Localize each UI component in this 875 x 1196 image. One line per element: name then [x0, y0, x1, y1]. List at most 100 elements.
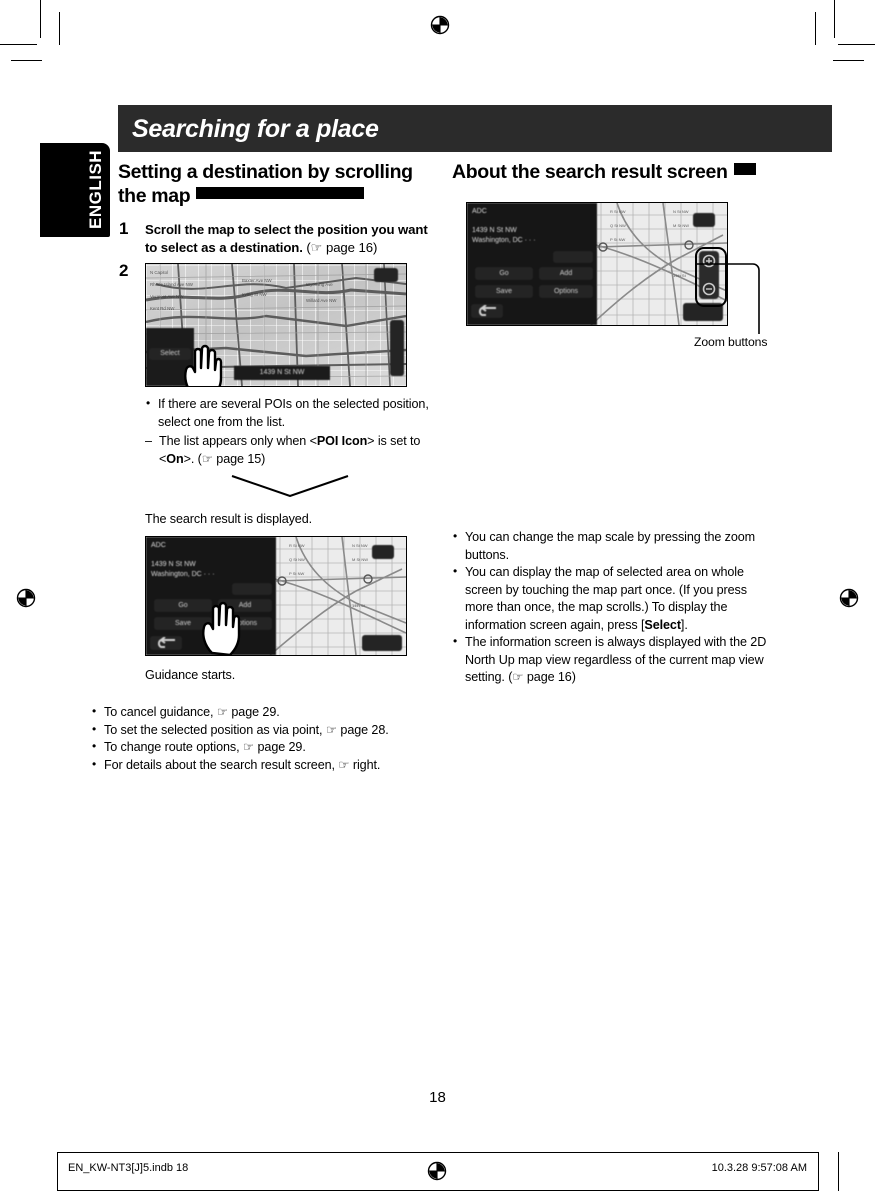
svg-text:N St NW: N St NW — [352, 543, 368, 548]
svg-text:14th St: 14th St — [673, 273, 687, 278]
annotated-add-button[interactable]: Add — [539, 267, 593, 280]
result-title: ADC — [151, 541, 166, 549]
annotated-go-button[interactable]: Go — [475, 267, 533, 280]
annotated-address-1: 1439 N St NW — [472, 227, 517, 234]
right-column: About the search result screen R St NW Q… — [452, 160, 770, 687]
svg-text:Q St NW: Q St NW — [610, 223, 626, 228]
screenshot-map-scroll: N Capitol Rhode Island Ave NW Vermont Av… — [145, 263, 407, 387]
footer-filename: EN_KW-NT3[J]5.indb 18 — [68, 1162, 189, 1174]
annotated-back-button[interactable] — [471, 304, 503, 318]
annotated-save-button[interactable]: Save — [475, 285, 533, 298]
language-tab: ENGLISH — [40, 143, 110, 237]
registration-mark-footer — [424, 1158, 450, 1184]
svg-text:Vermont Ave NW: Vermont Ave NW — [150, 294, 184, 299]
svg-text:N St NW: N St NW — [673, 209, 689, 214]
svg-text:P St NW: P St NW — [289, 571, 304, 576]
subnote-bold-on: On — [166, 451, 184, 466]
step-2-subnote-1: The list appears only when <POI Icon> is… — [145, 433, 433, 468]
crop-mark-top-left-v — [40, 0, 41, 38]
footer-rule-bottom — [57, 1190, 818, 1191]
svg-text:P St NW: P St NW — [610, 237, 625, 242]
step-2-subnotes: The list appears only when <POI Icon> is… — [145, 433, 433, 468]
annotated-address-2: Washington, DC · · · — [472, 237, 536, 244]
result-address-2: Washington, DC · · · — [151, 570, 215, 578]
crop-mark-top-left-h2 — [11, 60, 42, 61]
registration-mark-left — [13, 585, 39, 611]
subnote-bold-poi-icon: POI Icon — [316, 434, 368, 448]
right-bullet-3: The information screen is always display… — [452, 633, 770, 687]
crop-mark-top-left-v2 — [59, 12, 60, 45]
svg-text:Baxter Ave NW: Baxter Ave NW — [242, 278, 273, 283]
svg-text:Willard Ave NW: Willard Ave NW — [306, 298, 337, 303]
right-bullet-2: You can display the map of selected area… — [452, 563, 770, 634]
crop-mark-top-left-h — [0, 44, 37, 45]
pointing-hand-icon — [184, 344, 223, 386]
crop-mark-top-right-h — [838, 44, 875, 45]
language-tab-label: ENGLISH — [86, 149, 105, 229]
result-poi-badge — [372, 544, 394, 559]
step-1: 1 Scroll the map to select the position … — [118, 219, 433, 256]
search-result-caption: The search result is displayed. — [145, 512, 312, 526]
screenshot-search-result-annotated: R St NW Q St NW P St NW N St NW M St NW … — [466, 202, 728, 326]
map-heading-indicator — [374, 268, 398, 282]
footer-tick-right — [818, 1152, 819, 1191]
svg-text:Irving St NW: Irving St NW — [242, 292, 267, 297]
step-2: 2 N Capitol Rhode Island Ave NW Vermont … — [118, 261, 433, 684]
registration-mark-right — [836, 585, 862, 611]
subnote-suffix: >. (☞ page 15) — [183, 451, 266, 466]
step-2-number: 2 — [119, 261, 129, 280]
map-address-bar: 1439 N St NW — [234, 366, 330, 380]
footer-rule-top — [57, 1152, 818, 1153]
left-footer-bullet-2: To set the selected position as via poin… — [91, 721, 433, 740]
section-heading-left: Setting a destination by scrolling the m… — [118, 160, 433, 208]
svg-text:M St NW: M St NW — [673, 223, 689, 228]
svg-text:14th St: 14th St — [352, 603, 366, 608]
svg-text:Kent Rd NW: Kent Rd NW — [150, 306, 175, 311]
chapter-title-bar: Searching for a place — [118, 105, 832, 152]
annotated-top-button[interactable] — [553, 251, 593, 263]
crop-mark-top-right-v2 — [815, 12, 816, 45]
map-zoom-cluster[interactable] — [390, 320, 404, 376]
subnote-prefix: The list appears only when < — [159, 434, 317, 448]
page-number: 18 — [429, 1089, 446, 1106]
heading-rule — [196, 187, 365, 199]
step-2-notes: If there are several POIs on the selecte… — [145, 395, 433, 431]
annotated-poi-badge — [693, 213, 715, 227]
svg-text:M St NW: M St NW — [352, 557, 368, 562]
crop-mark-top-right-h2 — [833, 60, 864, 61]
step-1-ref: (☞ page 16) — [306, 239, 378, 255]
section-heading-right-text: About the search result screen — [452, 161, 728, 183]
result-bottom-right-buttons[interactable] — [362, 634, 402, 651]
footer-tick-left — [57, 1152, 58, 1191]
pointing-hand-icon-2 — [202, 601, 241, 655]
registration-mark-top — [427, 12, 453, 38]
svg-text:Wyoming Ave: Wyoming Ave — [306, 282, 333, 287]
svg-text:R St NW: R St NW — [610, 209, 626, 214]
step-1-body: Scroll the map to select the position yo… — [145, 222, 428, 255]
annotated-title: ADC — [472, 208, 487, 215]
section-heading-right: About the search result screen — [452, 160, 770, 184]
annotated-options-button[interactable]: Options — [539, 285, 593, 298]
svg-text:Rhode Island Ave NW: Rhode Island Ave NW — [150, 282, 194, 287]
left-footer-bullets: To cancel guidance, ☞ page 29. To set th… — [91, 703, 433, 775]
screenshot-search-result: R St NW Q St NW P St NW N St NW M St NW … — [145, 535, 407, 656]
result-address-1: 1439 N St NW — [151, 560, 196, 568]
right-bullet-1: You can change the map scale by pressing… — [452, 528, 770, 564]
zoom-buttons-callout-line — [697, 263, 760, 334]
heading-rule-right — [733, 163, 756, 175]
left-footer-bullet-3: To change route options, ☞ page 29. — [91, 738, 433, 757]
result-back-button[interactable] — [150, 635, 182, 650]
step-1-number: 1 — [119, 219, 129, 238]
crop-mark-top-right-v — [834, 0, 835, 38]
chapter-title: Searching for a place — [132, 115, 379, 143]
svg-text:N Capitol: N Capitol — [150, 270, 168, 275]
result-top-button[interactable] — [232, 582, 272, 595]
left-footer-bullet-4: For details about the search result scre… — [91, 756, 433, 775]
step-1-text: Scroll the map to select the position yo… — [145, 221, 433, 256]
svg-text:Q St NW: Q St NW — [289, 557, 305, 562]
down-chevron-icon — [231, 475, 349, 498]
zoom-buttons-callout-label: Zoom buttons — [694, 335, 768, 349]
select-bold: Select — [644, 617, 681, 632]
left-footer-bullet-1: To cancel guidance, ☞ page 29. — [91, 703, 433, 722]
footer-timestamp: 10.3.28 9:57:08 AM — [711, 1162, 807, 1174]
